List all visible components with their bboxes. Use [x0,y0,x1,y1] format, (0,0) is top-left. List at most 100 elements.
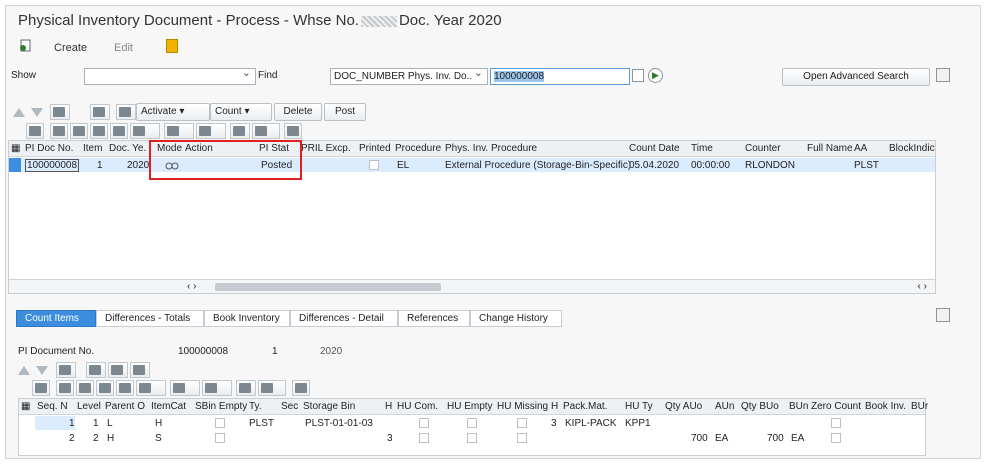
find-field-dropdown[interactable]: DOC_NUMBER Phys. Inv. Do.. [330,68,488,85]
display-change-icon[interactable] [18,39,32,53]
detail-settings-icon[interactable] [936,308,950,322]
col-pack-mat[interactable]: Pack.Mat. [563,401,607,412]
bottom-find-next-icon[interactable] [116,380,134,396]
col-full-name[interactable]: Full Name [807,143,853,154]
search-help-icon[interactable] [632,69,644,82]
show-dropdown[interactable] [84,68,256,85]
copy-row-icon[interactable] [108,362,128,378]
nav-arrows-icon[interactable] [11,104,47,120]
table-row[interactable]: 100000008 1 2020 Posted EL External Proc… [9,158,935,172]
notes-icon[interactable] [166,39,178,53]
bottom-details-icon[interactable] [56,362,76,378]
layout-icon[interactable] [252,123,280,139]
tab-differences-detail[interactable]: Differences - Detail [290,310,398,327]
col-phys-inv-procedure[interactable]: Phys. Inv. Procedure [445,143,537,154]
col-hu-type[interactable]: HU Ty [625,401,653,412]
col-block-indic[interactable]: BlockIndic [889,143,935,154]
bottom-export-icon[interactable] [236,380,256,396]
tab-change-history[interactable]: Change History [470,310,562,327]
col-h2[interactable]: H [551,401,558,412]
activate-button[interactable]: Activate ▾ [136,103,210,121]
col-printed[interactable]: Printed [359,143,391,154]
bottom-sum-icon[interactable] [170,380,200,396]
col-h[interactable]: H [385,401,392,412]
cell-aun: EA [715,433,729,444]
tab-differences-totals[interactable]: Differences - Totals [96,310,204,327]
bottom-refresh-icon[interactable] [32,380,50,396]
new-row-icon[interactable] [86,362,106,378]
col-qty-auo[interactable]: Qty AUo [665,401,702,412]
print-icon[interactable] [116,104,136,120]
sort-ascending-icon[interactable] [50,123,68,139]
col-pril-excp[interactable]: PRIL Excp. [301,143,351,154]
count-button[interactable]: Count ▾ [210,103,272,121]
col-item[interactable]: Item [83,143,102,154]
col-aa[interactable]: AA [854,143,867,154]
search-input[interactable]: 100000008 [490,68,630,85]
filter-icon[interactable] [130,123,160,139]
bottom-sort-asc-icon[interactable] [56,380,74,396]
bottom-select-all-icon[interactable]: ▦ [21,401,30,412]
col-sbin-empty[interactable]: SBin Empty [195,401,247,412]
find-icon[interactable] [90,123,108,139]
select-all-icon[interactable]: ▦ [11,143,20,154]
col-parent[interactable]: Parent O [105,401,145,412]
col-pi-doc-no[interactable]: PI Doc No. [25,143,73,154]
horizontal-scrollbar[interactable]: ‹ › ‹ › [9,279,935,293]
tab-references[interactable]: References [398,310,470,327]
scrollbar-thumb[interactable] [215,283,441,291]
settings-icon[interactable] [936,68,950,82]
refresh-icon[interactable] [26,123,44,139]
col-seq[interactable]: Seq. N [37,401,68,412]
bottom-subtotal-icon[interactable] [202,380,232,396]
row-selector[interactable] [9,158,21,172]
tab-count-items[interactable]: Count Items [16,310,96,327]
col-bur[interactable]: BUr [911,401,928,412]
col-storage-bin[interactable]: Storage Bin [303,401,355,412]
bottom-layout-icon[interactable] [258,380,286,396]
col-counter[interactable]: Counter [745,143,781,154]
export-icon[interactable] [230,123,250,139]
delete-button[interactable]: Delete [274,103,322,121]
open-advanced-search-button[interactable]: Open Advanced Search [782,68,930,86]
col-qty-buo[interactable]: Qty BUo [741,401,779,412]
col-level[interactable]: Level [77,401,101,412]
col-zero-count[interactable]: Zero Count [811,401,861,412]
sort-descending-icon[interactable] [70,123,88,139]
col-doc-year[interactable]: Doc. Ye. [109,143,146,154]
subtotal-icon[interactable] [196,123,226,139]
scroll-right-icon[interactable]: ‹ › [918,281,927,292]
col-sec[interactable]: Sec [281,401,298,412]
bottom-filter-icon[interactable] [136,380,166,396]
bottom-nav-arrows-icon[interactable] [16,362,52,378]
col-hu-com[interactable]: HU Com. [397,401,438,412]
col-time[interactable]: Time [691,143,713,154]
col-count-date[interactable]: Count Date [629,143,680,154]
create-button[interactable]: Create [54,42,87,54]
col-ty[interactable]: Ty. [249,401,262,412]
delete-row-icon[interactable] [130,362,150,378]
save-layout-icon[interactable] [90,104,110,120]
bottom-print-preview-icon[interactable] [292,380,310,396]
cell-doc[interactable]: 100000008 [25,159,80,172]
find-next-icon[interactable] [110,123,128,139]
col-book-inv[interactable]: Book Inv. [865,401,906,412]
table-row[interactable]: 2 2 H S 3 700 EA 700 EA [19,431,925,445]
execute-search-icon[interactable]: ▶ [648,68,663,83]
print-preview-icon[interactable] [284,123,302,139]
col-procedure[interactable]: Procedure [395,143,441,154]
col-hu-empty[interactable]: HU Empty [447,401,493,412]
col-hu-missing[interactable]: HU Missing [497,401,548,412]
col-aun[interactable]: AUn [715,401,734,412]
sum-icon[interactable] [164,123,194,139]
scroll-left-right-icon[interactable]: ‹ › [187,281,196,292]
tab-book-inventory[interactable]: Book Inventory [204,310,290,327]
details-icon[interactable] [50,104,70,120]
bottom-sort-desc-icon[interactable] [76,380,94,396]
col-bun[interactable]: BUn [789,401,808,412]
edit-button[interactable]: Edit [114,42,133,54]
table-row[interactable]: 1 1 L H PLST PLST-01-01-03 3 KIPL-PACK K… [19,416,925,430]
col-itemcat[interactable]: ItemCat [151,401,186,412]
bottom-find-icon[interactable] [96,380,114,396]
post-button[interactable]: Post [324,103,366,121]
